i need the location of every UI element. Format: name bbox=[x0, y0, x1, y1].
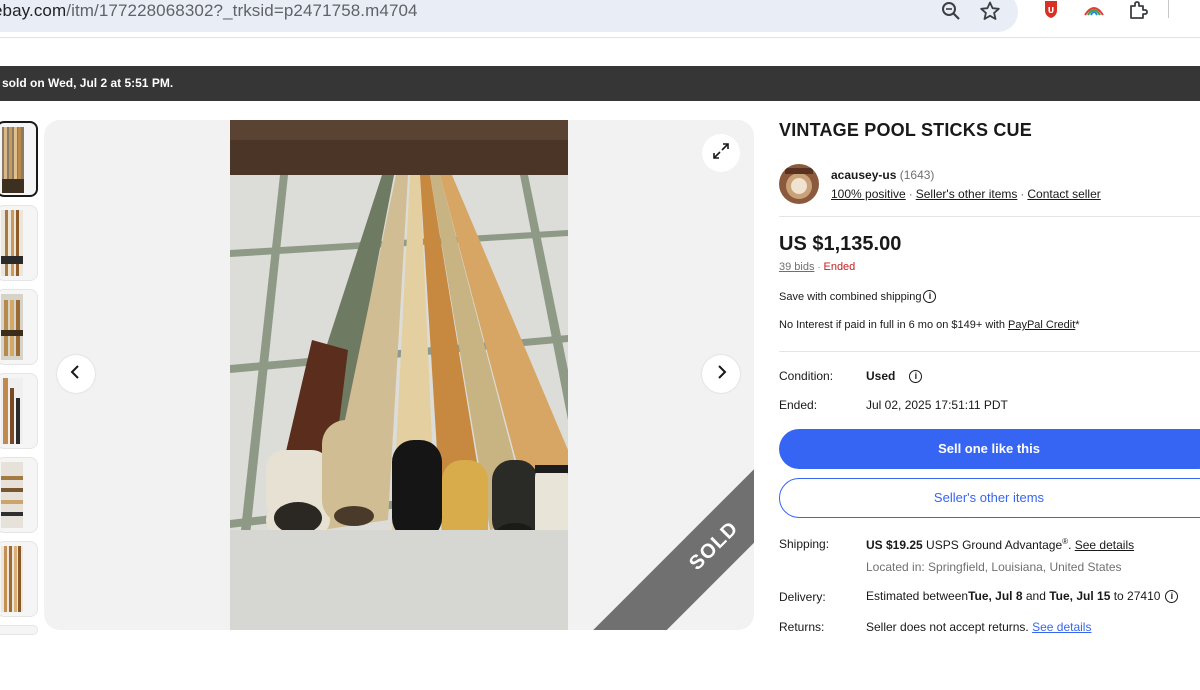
url-text[interactable]: ebay.com/itm/177228068302?_trksid=p24717… bbox=[0, 1, 418, 21]
expand-icon bbox=[712, 142, 730, 165]
seller-name-line[interactable]: acausey-us (1643) bbox=[831, 168, 934, 182]
bookmark-star-icon[interactable] bbox=[978, 0, 1002, 22]
thumbnail-6[interactable] bbox=[0, 541, 38, 617]
url-path: /itm/177228068302?_trksid=p2471758.m4704 bbox=[66, 1, 418, 20]
seller-name[interactable]: acausey-us bbox=[831, 168, 896, 182]
seller-other-items-button[interactable]: Seller's other items bbox=[779, 478, 1200, 518]
sell-one-like-this-button[interactable]: Sell one like this bbox=[779, 429, 1200, 469]
shipping-label: Shipping: bbox=[779, 537, 830, 551]
sold-ribbon: SOLD bbox=[589, 421, 754, 630]
thumbnail-image bbox=[1, 378, 23, 444]
returns-value: Seller does not accept returns. See deta… bbox=[866, 620, 1091, 634]
positive-feedback-link[interactable]: 100% positive bbox=[831, 187, 906, 201]
thumbnail-image bbox=[2, 127, 24, 193]
thumbnail-7[interactable] bbox=[0, 625, 38, 635]
paypal-prefix: No Interest if paid in full in 6 mo on $… bbox=[779, 319, 1008, 331]
condition-value: Used bbox=[866, 369, 896, 383]
divider bbox=[779, 216, 1200, 217]
extensions-puzzle-icon[interactable] bbox=[1127, 0, 1149, 20]
delivery-suffix: to 27410 bbox=[1110, 589, 1161, 603]
info-icon[interactable]: i bbox=[909, 369, 923, 383]
ended-value: Jul 02, 2025 17:51:11 PDT bbox=[866, 398, 1008, 412]
item-location: Located in: Springfield, Louisiana, Unit… bbox=[866, 560, 1122, 574]
thumbnail-image bbox=[1, 210, 23, 276]
zoom-icon[interactable] bbox=[939, 0, 963, 22]
shipping-see-details-link[interactable]: See details bbox=[1075, 538, 1134, 552]
browser-toolbar: ebay.com/itm/177228068302?_trksid=p24717… bbox=[0, 0, 1200, 38]
returns-text: Seller does not accept returns. bbox=[866, 620, 1033, 634]
seller-feedback-count: (1643) bbox=[899, 168, 935, 182]
expand-image-button[interactable] bbox=[702, 134, 740, 172]
info-icon[interactable]: i bbox=[1165, 589, 1179, 603]
combined-shipping-text: Save with combined shipping bbox=[779, 290, 922, 303]
delivery-and: and bbox=[1022, 589, 1050, 603]
sold-banner-text: sold on Wed, Jul 2 at 5:51 PM. bbox=[2, 76, 174, 90]
chevron-left-icon bbox=[68, 364, 84, 385]
bids-line: 39 bids · Ended bbox=[779, 261, 855, 273]
extension-shield-icon[interactable]: U bbox=[1040, 0, 1062, 20]
returns-see-details-link[interactable]: See details bbox=[1032, 620, 1091, 634]
thumbnail-2[interactable] bbox=[0, 205, 38, 281]
thumbnail-image bbox=[1, 294, 23, 360]
main-product-image[interactable] bbox=[230, 120, 568, 630]
separator-dot: · bbox=[1020, 187, 1025, 201]
delivery-value: Estimated between Tue, Jul 8 and Tue, Ju… bbox=[866, 589, 1179, 603]
thumbnail-5[interactable] bbox=[0, 457, 38, 533]
listing-title: VINTAGE POOL STICKS CUE bbox=[779, 120, 1032, 140]
extension-rainbow-icon[interactable] bbox=[1083, 0, 1105, 20]
shipping-service: USPS Ground Advantage bbox=[922, 538, 1063, 552]
seller-avatar[interactable] bbox=[779, 164, 819, 204]
price: US $1,135.00 bbox=[779, 233, 902, 255]
thumbnail-3[interactable] bbox=[0, 289, 38, 365]
divider bbox=[779, 351, 1200, 352]
sold-status-banner: sold on Wed, Jul 2 at 5:51 PM. bbox=[0, 66, 1200, 101]
paypal-credit-link[interactable]: PayPal Credit bbox=[1008, 319, 1075, 331]
seller-links: 100% positive · Seller's other items · Conta… bbox=[831, 187, 1101, 201]
next-image-button[interactable] bbox=[702, 355, 740, 393]
shipping-value: US $19.25 USPS Ground Advantage®. See de… bbox=[866, 537, 1134, 552]
combined-shipping-line: Save with combined shipping i bbox=[779, 290, 937, 303]
separator-dot: · bbox=[908, 187, 913, 201]
ended-label: Ended: bbox=[779, 398, 818, 412]
thumbnail-image bbox=[1, 546, 23, 612]
toolbar-divider bbox=[1168, 0, 1169, 18]
condition-label: Condition: bbox=[779, 369, 834, 383]
ended-status: Ended bbox=[823, 261, 856, 273]
delivery-end: Tue, Jul 15 bbox=[1049, 589, 1111, 603]
condition-value-line: Used i bbox=[866, 369, 923, 383]
address-bar[interactable]: ebay.com/itm/177228068302?_trksid=p24717… bbox=[0, 0, 1018, 32]
delivery-label: Delivery: bbox=[779, 590, 826, 604]
thumbnail-1[interactable] bbox=[0, 121, 38, 197]
paypal-suffix: * bbox=[1075, 319, 1080, 331]
image-gallery: SOLD bbox=[44, 120, 754, 630]
delivery-prefix: Estimated between bbox=[866, 589, 969, 603]
thumbnail-image bbox=[1, 462, 23, 528]
previous-image-button[interactable] bbox=[57, 355, 95, 393]
bids-link[interactable]: 39 bids bbox=[779, 261, 814, 273]
returns-label: Returns: bbox=[779, 620, 825, 634]
seller-other-items-link[interactable]: Seller's other items bbox=[916, 187, 1018, 201]
thumbnail-4[interactable] bbox=[0, 373, 38, 449]
info-icon[interactable]: i bbox=[923, 290, 937, 303]
chevron-right-icon bbox=[713, 364, 729, 385]
url-host: ebay.com bbox=[0, 1, 67, 20]
delivery-start: Tue, Jul 8 bbox=[968, 589, 1023, 603]
contact-seller-link[interactable]: Contact seller bbox=[1027, 187, 1100, 201]
svg-text:U: U bbox=[1048, 6, 1055, 15]
shipping-price: US $19.25 bbox=[866, 538, 923, 552]
shipping-period: . bbox=[1068, 538, 1075, 552]
paypal-credit-line: No Interest if paid in full in 6 mo on $… bbox=[779, 319, 1080, 331]
